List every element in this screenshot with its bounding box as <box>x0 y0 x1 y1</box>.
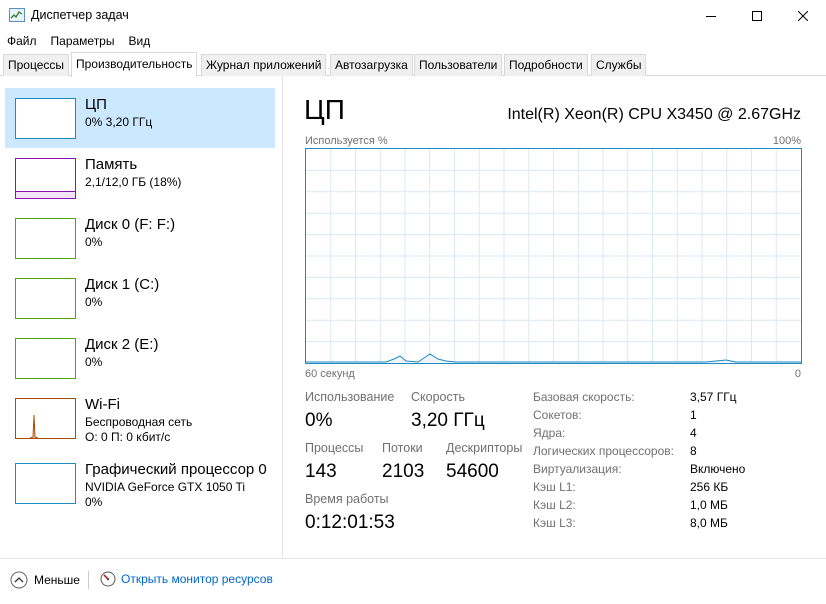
spec-value: 3,57 ГГц <box>690 390 737 404</box>
chevron-up-icon <box>10 571 28 589</box>
resource-name: Диск 0 (F: F:) <box>85 216 176 233</box>
disk-thumbnail <box>15 338 76 379</box>
spec-value: 1,0 МБ <box>690 498 728 512</box>
resource-gpu[interactable]: Графический процессор 0 NVIDIA GeForce G… <box>5 453 275 513</box>
threads-value: 2103 <box>382 461 425 482</box>
spec-label: Кэш L3: <box>533 516 576 530</box>
footer-separator <box>88 571 89 589</box>
processes-label: Процессы <box>305 441 364 455</box>
resource-sub-2: О: 0 П: 0 кбит/с <box>85 430 171 444</box>
cpu-panel: ЦП Intel(R) Xeon(R) CPU X3450 @ 2.67GHz … <box>284 76 826 558</box>
minimize-icon <box>706 15 716 17</box>
spec-value: 1 <box>690 408 697 422</box>
speed-value: 3,20 ГГц <box>411 410 485 431</box>
close-button[interactable] <box>780 0 826 31</box>
threads-label: Потоки <box>382 441 423 455</box>
speed-label: Скорость <box>411 390 465 404</box>
spec-label: Логических процессоров: <box>533 444 674 458</box>
disk-thumbnail <box>15 278 76 319</box>
spec-label: Базовая скорость: <box>533 390 635 404</box>
resource-sub: 0% 3,20 ГГц <box>85 115 153 129</box>
tab-startup[interactable]: Автозагрузка <box>330 54 413 76</box>
resource-sub-2: 0% <box>85 495 103 509</box>
handles-value: 54600 <box>446 461 499 482</box>
cpu-usage-graph <box>305 148 802 364</box>
wifi-thumbnail <box>15 398 76 439</box>
resource-cpu[interactable]: ЦП 0% 3,20 ГГц <box>5 88 275 148</box>
resource-sub: 0% <box>85 355 103 369</box>
spec-label: Ядра: <box>533 426 566 440</box>
spec-label: Кэш L2: <box>533 498 576 512</box>
resource-name: Графический процессор 0 <box>85 461 267 478</box>
menu-file[interactable]: Файл <box>0 31 44 52</box>
footer: Меньше Открыть монитор ресурсов <box>0 558 826 604</box>
graph-label-left: Используется % <box>305 135 388 147</box>
spec-label: Кэш L1: <box>533 480 576 494</box>
spec-label: Виртуализация: <box>533 462 622 476</box>
minimize-button[interactable] <box>688 0 734 31</box>
graph-zero-label: 0 <box>794 368 801 380</box>
menu-view[interactable]: Вид <box>121 31 157 52</box>
spec-value: 256 КБ <box>690 480 729 494</box>
resource-sub: 0% <box>85 235 103 249</box>
graph-label-right: 100% <box>772 135 801 147</box>
fewer-details-button[interactable]: Меньше <box>10 571 80 589</box>
cpu-thumbnail <box>15 98 76 139</box>
maximize-button[interactable] <box>734 0 780 31</box>
maximize-icon <box>752 10 762 21</box>
resource-sub: Беспроводная сеть <box>85 415 193 429</box>
spec-value: 4 <box>690 426 697 440</box>
resource-name: Wi-Fi <box>85 396 120 413</box>
resource-wifi[interactable]: Wi-Fi Беспроводная сеть О: 0 П: 0 кбит/с <box>5 388 275 448</box>
window-title: Диспетчер задач <box>31 8 129 22</box>
close-icon <box>798 10 808 21</box>
resource-sub: 2,1/12,0 ГБ (18%) <box>85 175 182 189</box>
menu-bar: Файл Параметры Вид <box>0 31 826 52</box>
resource-name: ЦП <box>85 96 107 113</box>
memory-thumbnail <box>15 158 76 199</box>
cpu-model: Intel(R) Xeon(R) CPU X3450 @ 2.67GHz <box>507 106 801 123</box>
resource-disk-1[interactable]: Диск 1 (C:) 0% <box>5 268 275 328</box>
spec-label: Сокетов: <box>533 408 582 422</box>
resource-disk-2[interactable]: Диск 2 (E:) 0% <box>5 328 275 388</box>
tab-bar: Процессы Производительность Журнал прило… <box>0 52 826 77</box>
resource-sub: 0% <box>85 295 103 309</box>
tab-users[interactable]: Пользователи <box>414 54 503 76</box>
open-resource-monitor-label: Открыть монитор ресурсов <box>121 572 273 586</box>
resource-sub: NVIDIA GeForce GTX 1050 Ti <box>85 480 246 494</box>
handles-label: Дескрипторы <box>446 441 523 455</box>
tab-performance[interactable]: Производительность <box>71 52 198 77</box>
uptime-value: 0:12:01:53 <box>305 512 395 533</box>
tab-details[interactable]: Подробности <box>504 54 588 76</box>
resource-memory[interactable]: Память 2,1/12,0 ГБ (18%) <box>5 148 275 208</box>
usage-label: Использование <box>305 390 395 404</box>
tab-processes[interactable]: Процессы <box>3 54 70 76</box>
spec-value: 8 <box>690 444 697 458</box>
resource-name: Диск 1 (C:) <box>85 276 160 293</box>
wifi-spike <box>29 414 39 438</box>
resource-monitor-icon <box>100 571 116 587</box>
menu-options[interactable]: Параметры <box>44 31 122 52</box>
resource-list: ЦП 0% 3,20 ГГц Память 2,1/12,0 ГБ (18%) … <box>0 76 283 558</box>
spec-value: 8,0 МБ <box>690 516 728 530</box>
resource-disk-0[interactable]: Диск 0 (F: F:) 0% <box>5 208 275 268</box>
fewer-details-label: Меньше <box>34 573 80 587</box>
uptime-label: Время работы <box>305 492 389 506</box>
tab-app-history[interactable]: Журнал приложений <box>201 54 327 76</box>
usage-value: 0% <box>305 410 333 431</box>
open-resource-monitor-link[interactable]: Открыть монитор ресурсов <box>100 571 273 587</box>
tab-services[interactable]: Службы <box>591 54 647 76</box>
title-bar: Диспетчер задач <box>0 0 826 31</box>
resource-name: Диск 2 (E:) <box>85 336 159 353</box>
spec-value: Включено <box>690 462 746 476</box>
taskmanager-icon <box>9 8 25 22</box>
resource-name: Память <box>85 156 138 173</box>
gpu-thumbnail <box>15 463 76 504</box>
disk-thumbnail <box>15 218 76 259</box>
processes-value: 143 <box>305 461 337 482</box>
page-title: ЦП <box>304 94 345 125</box>
graph-time-label: 60 секунд <box>305 368 355 380</box>
cpu-graph-svg <box>306 149 801 363</box>
